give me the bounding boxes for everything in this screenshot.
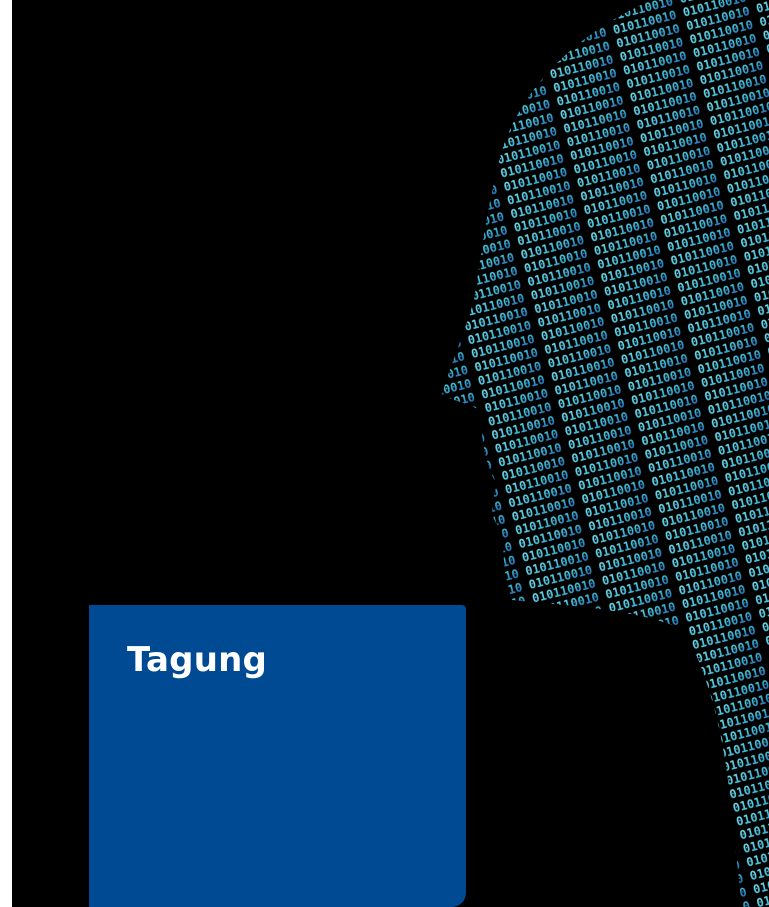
event-type-label: Tagung [127,640,268,680]
event-type-card: Tagung [89,605,466,907]
hero-banner: 010110010 Tagung [12,0,769,907]
